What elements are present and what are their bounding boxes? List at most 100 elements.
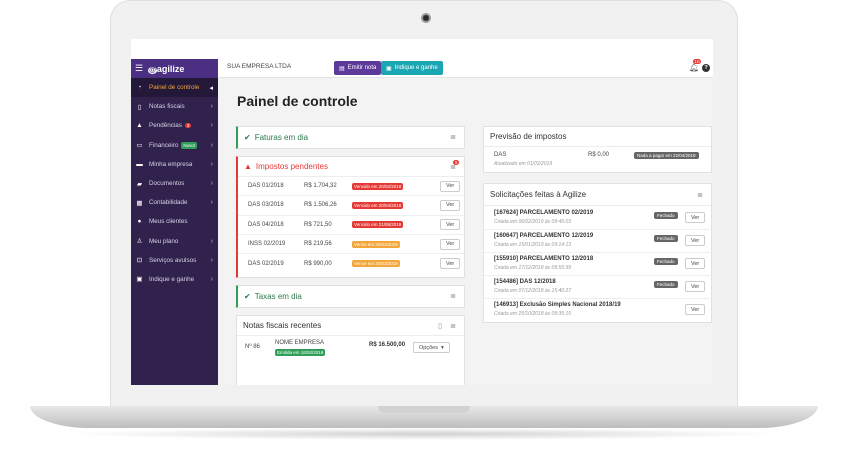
warning-icon: ▲ bbox=[136, 122, 143, 130]
status-badge: Vencido em 21/05/2018 bbox=[352, 221, 404, 229]
chevron-right-icon: › bbox=[210, 103, 213, 111]
menu-icon[interactable]: ☰ bbox=[135, 63, 143, 74]
check-icon: ✔ bbox=[244, 292, 251, 301]
caret-left-icon: ◂ bbox=[209, 84, 213, 92]
sidebar-item-clientes[interactable]: ● Meus clientes bbox=[131, 212, 218, 231]
chevron-right-icon: › bbox=[210, 141, 213, 149]
status-badge: Vencido em 20/04/2018 bbox=[352, 201, 404, 209]
page-title: Painel de controle bbox=[237, 93, 358, 109]
taxas-header: ✔ Taxas em dia ≣ bbox=[244, 292, 456, 301]
folder-icon: ▰ bbox=[137, 180, 142, 188]
warning-icon: ▲ bbox=[244, 162, 252, 171]
plan-icon: ♙ bbox=[136, 238, 143, 246]
status-badge: Fechado bbox=[654, 281, 678, 288]
sidebar: ◔ Painel de controle ◂ ▯ Notas fiscais › ▲ Pe… bbox=[131, 78, 218, 385]
list-icon[interactable]: ≣ bbox=[450, 322, 456, 330]
solicitacoes-header: Solicitações feitas à Agilize ≣ bbox=[484, 184, 711, 206]
status-badge: Fechado bbox=[654, 258, 678, 265]
sidebar-item-contabilidade[interactable]: ▦ Contabilidade › bbox=[131, 193, 218, 212]
ver-button[interactable]: Ver bbox=[685, 235, 706, 246]
pendencias-badge: 3 bbox=[184, 123, 192, 129]
gift-icon: ▣ bbox=[386, 65, 392, 72]
laptop-shadow bbox=[60, 428, 788, 440]
ver-button[interactable]: Ver bbox=[440, 219, 461, 231]
status-badge: Fechado bbox=[654, 235, 678, 242]
impostos-count-badge: 5 bbox=[453, 160, 459, 165]
chevron-right-icon: › bbox=[210, 237, 213, 245]
imposto-row: DAS 04/2018 R$ 721,50 Vencido em 21/05/201… bbox=[238, 216, 464, 235]
status-badge: Vence em 20/03/2019 bbox=[352, 240, 400, 248]
imposto-row: INSS 02/2019 R$ 219,56 Vence em 20/03/2019… bbox=[238, 235, 464, 255]
solicitacao-item: [160647] PARCELAMENTO 12/2019 Criada em 1… bbox=[484, 230, 712, 253]
app-screen: ☰ @agilize SUA EMPRESA LTDA ▤ Emitir nota… bbox=[131, 39, 713, 385]
faturas-card: ✔ Faturas em dia ≣ bbox=[236, 126, 465, 149]
sidebar-item-pendencias[interactable]: ▲ Pendências 3 › bbox=[131, 116, 218, 135]
brand-logo: @agilize bbox=[148, 63, 185, 74]
indique-ganhe-button[interactable]: ▣ Indique e ganhe bbox=[381, 61, 443, 75]
ver-button[interactable]: Ver bbox=[440, 199, 461, 211]
status-badge: Emitida em 16/02/2019 bbox=[275, 349, 326, 356]
sidebar-item-indique[interactable]: ▣ Indique e ganhe › bbox=[131, 270, 218, 289]
imposto-row: DAS 02/2019 R$ 990,00 Vence em 20/03/2019 V… bbox=[238, 254, 464, 273]
money-icon: ▭ bbox=[136, 142, 143, 150]
ver-button[interactable]: Ver bbox=[440, 258, 461, 270]
impostos-header: ▲ Impostos pendentes ≣ 5 bbox=[238, 157, 464, 177]
ver-button[interactable]: Ver bbox=[440, 180, 461, 192]
status-badge: Vence em 20/03/2019 bbox=[352, 260, 400, 268]
sidebar-item-financeiro[interactable]: ▭ Financeiro Novo! › bbox=[131, 136, 218, 155]
document-icon: ▤ bbox=[339, 65, 345, 72]
faturas-header: ✔ Faturas em dia ≣ bbox=[244, 133, 456, 142]
bell-icon: 🔔︎ bbox=[689, 63, 700, 72]
briefcase-icon: ▬ bbox=[136, 160, 143, 168]
sidebar-item-painel[interactable]: ◔ Painel de controle ◂ bbox=[131, 78, 218, 98]
chevron-right-icon: › bbox=[210, 160, 213, 168]
sidebar-item-servicos[interactable]: ⊡ Serviços avulsos › bbox=[131, 251, 218, 270]
list-icon[interactable]: ≣ bbox=[450, 292, 456, 300]
sidebar-item-plano[interactable]: ♙ Meu plano › bbox=[131, 232, 218, 251]
nota-row: Nº 86 NOME EMPRESA Emitida em 16/02/2019… bbox=[237, 336, 464, 362]
imposto-row: DAS 01/2018 R$ 1.704,32 Vencido em 20/02/2… bbox=[238, 177, 464, 197]
chevron-right-icon: › bbox=[210, 256, 213, 264]
brand[interactable]: ☰ @agilize bbox=[131, 59, 218, 78]
list-icon[interactable]: ≣ bbox=[450, 133, 456, 141]
caret-down-icon: ▾ bbox=[440, 344, 444, 351]
list-icon[interactable]: ≣ bbox=[697, 191, 703, 199]
camera-icon bbox=[421, 13, 431, 23]
impostos-card: ▲ Impostos pendentes ≣ 5 DAS 01/2018 R$ 1.70… bbox=[236, 156, 465, 278]
ver-button[interactable]: Ver bbox=[440, 238, 461, 250]
opcoes-button[interactable]: Opções ▾ bbox=[413, 342, 450, 353]
dashboard-icon: ◔ bbox=[137, 84, 142, 92]
status-badge: Vencido em 20/02/2018 bbox=[352, 182, 404, 190]
notas-card: Notas fiscais recentes ▯ ≣ Nº 86 NOME EMPR… bbox=[236, 315, 465, 385]
ver-button[interactable]: Ver bbox=[685, 212, 706, 223]
status-badge: Nada a pagar em 22/04/2019 bbox=[634, 152, 699, 159]
chevron-right-icon: › bbox=[210, 122, 213, 130]
ver-button[interactable]: Ver bbox=[685, 281, 706, 292]
check-icon: ✔ bbox=[244, 133, 251, 142]
help-icon[interactable]: ? bbox=[702, 64, 710, 72]
solicitacoes-card: Solicitações feitas à Agilize ≣ [167624] … bbox=[483, 183, 712, 323]
calculator-icon: ▦ bbox=[136, 199, 143, 207]
solicitacao-item: [167624] PARCELAMENTO 02/2019 Criada em 0… bbox=[484, 207, 712, 230]
laptop-notch bbox=[378, 406, 470, 413]
chevron-right-icon: › bbox=[210, 275, 213, 283]
ver-button[interactable]: Ver bbox=[685, 304, 706, 315]
company-name: SUA EMPRESA LTDA bbox=[227, 63, 292, 70]
document-icon: ▯ bbox=[137, 103, 142, 111]
cart-icon: ⊡ bbox=[136, 257, 143, 265]
sidebar-item-documentos[interactable]: ▰ Documentos › bbox=[131, 174, 218, 193]
ver-button[interactable]: Ver bbox=[685, 258, 706, 269]
solicitacao-item: [154486] DAS 12/2018 Criada em 07/12/2018… bbox=[484, 276, 712, 299]
file-icon[interactable]: ▯ bbox=[438, 322, 442, 330]
chevron-right-icon: › bbox=[210, 199, 213, 207]
notifications-count: 10 bbox=[693, 59, 702, 64]
gift-icon: ▣ bbox=[136, 276, 143, 284]
imposto-row: DAS 03/2018 R$ 1.506,26 Vencido em 20/04/2… bbox=[238, 196, 464, 216]
previsao-header: Previsão de impostos bbox=[484, 127, 711, 147]
sidebar-item-notas[interactable]: ▯ Notas fiscais › bbox=[131, 97, 218, 116]
emitir-nota-button[interactable]: ▤ Emitir nota bbox=[334, 61, 382, 75]
notifications-bell[interactable]: 🔔︎ 10 bbox=[689, 59, 702, 72]
sidebar-item-minha-empresa[interactable]: ▬ Minha empresa › bbox=[131, 155, 218, 174]
chevron-right-icon: › bbox=[210, 180, 213, 188]
previsao-card: Previsão de impostos DAS R$ 0,00 Nada a … bbox=[483, 126, 712, 173]
